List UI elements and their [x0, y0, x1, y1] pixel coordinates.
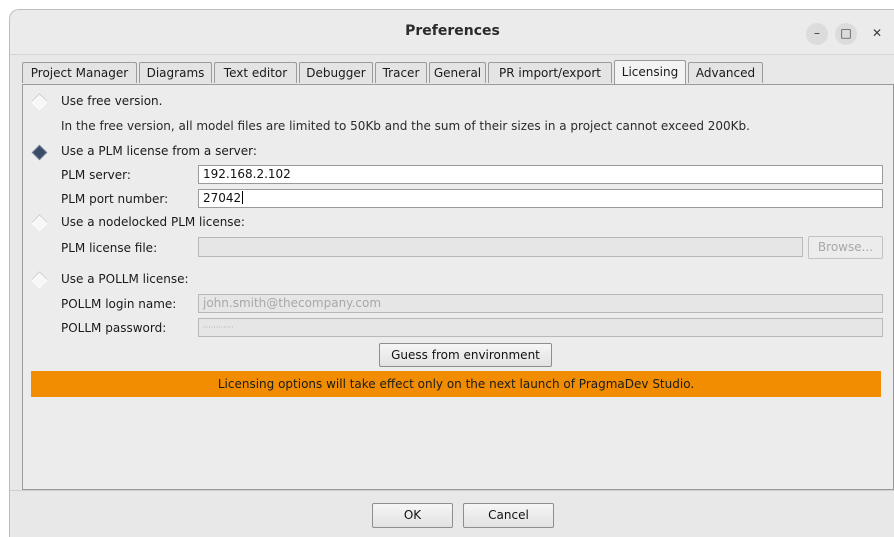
footer-divider	[10, 490, 894, 491]
plm-server-option-label: Use a PLM license from a server:	[61, 144, 257, 158]
plm-port-input[interactable]: 27042	[198, 189, 883, 208]
plm-license-file-label: PLM license file:	[61, 241, 158, 255]
tab-licensing[interactable]: Licensing	[614, 60, 686, 84]
radio-nodelocked[interactable]	[31, 215, 48, 232]
radio-pollm[interactable]	[31, 272, 48, 289]
tab-general[interactable]: General	[429, 62, 486, 83]
title-bar: Preferences – □ ✕	[10, 10, 894, 55]
dialog-title: Preferences	[405, 23, 500, 39]
tab-diagrams[interactable]: Diagrams	[139, 62, 212, 83]
tab-text-editor[interactable]: Text editor	[214, 62, 297, 83]
close-icon[interactable]: ✕	[866, 23, 888, 45]
tab-project-manager[interactable]: Project Manager	[22, 62, 137, 83]
tab-debugger[interactable]: Debugger	[299, 62, 373, 83]
preferences-dialog: Preferences – □ ✕ Project Manager Diagra…	[9, 9, 894, 537]
minimize-icon[interactable]: –	[806, 23, 828, 45]
ok-button[interactable]: OK	[372, 503, 453, 528]
pollm-option-label: Use a POLLM license:	[61, 272, 189, 286]
licensing-panel: Use free version. In the free version, a…	[22, 84, 894, 490]
plm-server-input[interactable]: 192.168.2.102	[198, 165, 883, 184]
cancel-button[interactable]: Cancel	[463, 503, 554, 528]
tab-tracer[interactable]: Tracer	[375, 62, 427, 83]
plm-license-file-input[interactable]	[198, 237, 803, 257]
plm-port-value: 27042	[203, 191, 242, 205]
guess-from-environment-button[interactable]: Guess from environment	[379, 343, 552, 367]
pollm-password-label: POLLM password:	[61, 321, 167, 335]
free-version-label: Use free version.	[61, 94, 163, 108]
pollm-login-label: POLLM login name:	[61, 297, 177, 311]
nodelocked-option-label: Use a nodelocked PLM license:	[61, 215, 245, 229]
radio-plm-server[interactable]	[31, 144, 48, 161]
radio-free-version[interactable]	[31, 94, 48, 111]
tab-bar: Project Manager Diagrams Text editor Deb…	[22, 60, 885, 84]
pollm-login-input[interactable]: john.smith@thecompany.com	[198, 294, 883, 313]
plm-port-label: PLM port number:	[61, 192, 169, 206]
tab-advanced[interactable]: Advanced	[688, 62, 763, 83]
licensing-notice-banner: Licensing options will take effect only …	[31, 371, 881, 397]
browse-button[interactable]: Browse...	[808, 236, 883, 259]
text-caret	[242, 191, 244, 204]
pollm-password-input[interactable]: ············	[198, 318, 883, 337]
maximize-icon[interactable]: □	[835, 23, 857, 45]
tab-pr-import-export[interactable]: PR import/export	[488, 62, 612, 83]
plm-server-label: PLM server:	[61, 168, 131, 182]
free-version-note: In the free version, all model files are…	[61, 119, 750, 133]
